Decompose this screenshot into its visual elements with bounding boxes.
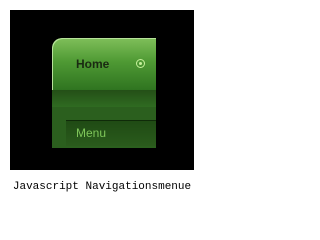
caption-text: Javascript Navigationsmenue bbox=[12, 181, 192, 193]
menu-panel: Home Menu bbox=[52, 38, 156, 148]
menu-item-menu[interactable]: Menu bbox=[66, 120, 156, 146]
radio-indicator-icon bbox=[136, 59, 145, 68]
menu-item-home[interactable]: Home bbox=[52, 38, 156, 90]
menu-item-menu-label: Menu bbox=[76, 126, 107, 140]
menu-separator bbox=[52, 90, 156, 107]
screenshot-frame: Home Menu bbox=[10, 10, 194, 170]
menu-item-home-label: Home bbox=[76, 57, 110, 71]
